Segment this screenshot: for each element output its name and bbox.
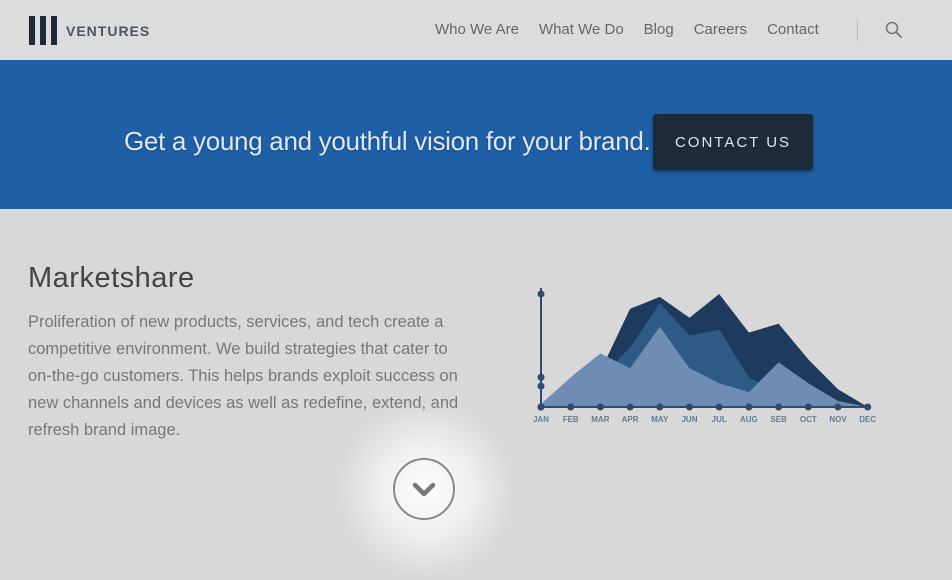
- x-tick-label: NOV: [829, 415, 847, 424]
- x-axis-marker: [567, 403, 575, 411]
- marketshare-chart: JAN FEB MAR APR MAY JUN JUL AUG SEB OCT NOV DEC: [533, 288, 876, 424]
- x-tick-label: APR: [622, 415, 639, 424]
- chevron-down-icon: [412, 482, 436, 497]
- x-tick-label: OCT: [800, 415, 817, 424]
- y-axis-marker: [537, 382, 545, 390]
- x-tick-label: JUL: [712, 415, 727, 424]
- x-tick-label: JAN: [533, 415, 549, 424]
- x-axis-marker: [596, 403, 604, 411]
- logo-mark: [29, 16, 57, 45]
- hero-banner: Get a young and youthful vision for your…: [0, 60, 952, 209]
- nav-contact[interactable]: Contact: [767, 21, 819, 38]
- nav-careers[interactable]: Careers: [694, 21, 747, 38]
- x-axis-marker: [715, 403, 723, 411]
- x-axis-marker: [775, 403, 783, 411]
- x-axis-marker: [626, 403, 634, 411]
- y-axis-marker: [537, 373, 545, 381]
- x-tick-label: FEB: [563, 415, 579, 424]
- nav-divider: [857, 20, 858, 41]
- x-tick-label: SEB: [770, 415, 787, 424]
- y-axis-marker: [537, 290, 545, 298]
- logo-text: VENTURES: [66, 22, 151, 39]
- section-title: Marketshare: [28, 262, 195, 294]
- logo[interactable]: VENTURES: [29, 16, 150, 45]
- main-nav: Who We Are What We Do Blog Careers Conta…: [435, 21, 839, 38]
- x-axis-marker: [834, 403, 842, 411]
- nav-who-we-are[interactable]: Who We Are: [435, 21, 519, 38]
- contact-us-button[interactable]: CONTACT US: [653, 114, 813, 170]
- x-axis-marker: [686, 403, 693, 411]
- x-tick-label: MAR: [591, 415, 609, 424]
- x-axis-marker: [537, 403, 545, 411]
- nav-what-we-do[interactable]: What We Do: [539, 21, 624, 38]
- x-axis-marker: [864, 403, 872, 411]
- site-header: VENTURES Who We Are What We Do Blog Care…: [0, 0, 952, 60]
- x-axis-marker: [745, 403, 753, 411]
- scroll-down-button[interactable]: [393, 458, 455, 520]
- x-tick-label: JUN: [681, 415, 697, 424]
- banner-tagline: Get a young and youthful vision for your…: [124, 126, 651, 156]
- x-tick-label: MAY: [651, 415, 669, 424]
- nav-blog[interactable]: Blog: [644, 21, 674, 38]
- x-axis-marker: [804, 403, 812, 411]
- x-tick-label: AUG: [740, 415, 758, 424]
- search-icon[interactable]: [885, 21, 903, 39]
- x-tick-label: DEC: [859, 415, 876, 424]
- x-axis-marker: [656, 403, 664, 411]
